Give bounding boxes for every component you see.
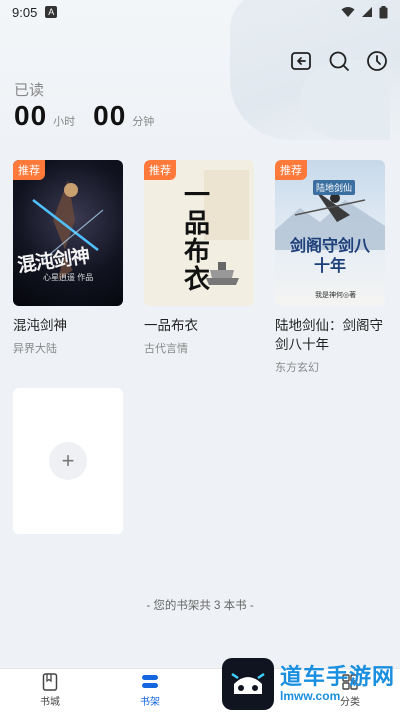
cover-title: 剑阁守剑八十年 [289, 236, 370, 275]
cover-top-title: 陆地剑仙 [313, 180, 356, 195]
watermark-logo-icon [222, 658, 274, 710]
watermark-en: lmww.com [280, 689, 341, 703]
cover-art [32, 180, 104, 280]
book-title: 混沌剑神 [13, 318, 67, 333]
minutes-unit: 分钟 [132, 116, 155, 128]
book-item[interactable]: 推荐 混沌剑神 心星逍遥 作品 混沌剑神 异界大陆 [13, 160, 123, 356]
add-book-card[interactable]: + [13, 388, 123, 534]
book-icon [41, 673, 59, 691]
signal-icon [362, 7, 372, 17]
book-genre: 古代言情 [144, 343, 188, 355]
hours-unit: 小时 [53, 116, 76, 128]
shelf-icon [141, 673, 159, 691]
search-icon [329, 51, 349, 71]
search-button[interactable] [326, 48, 352, 74]
watermark: 道车手游网 lmww.com [222, 656, 400, 712]
read-label: 已读 [14, 82, 45, 99]
wifi-icon [341, 7, 355, 17]
notification-a-icon: A [45, 6, 58, 18]
shelf-count-text: - 您的书架共 3 本书 - [146, 600, 254, 612]
read-hours: 00 [14, 100, 48, 131]
book-item[interactable]: 推荐 陆地剑仙 剑阁守剑八十年 我是神何◎著 陆地剑仙：剑阁守剑八十年 东方玄幻 [275, 160, 385, 375]
cover-title: 一品布衣 [184, 181, 211, 295]
import-button[interactable] [288, 48, 314, 74]
nav-item-bookstore[interactable]: 书城 [0, 669, 100, 712]
recommend-badge: 推荐 [144, 160, 176, 180]
recommend-badge: 推荐 [13, 160, 45, 180]
top-actions [288, 48, 390, 74]
read-time: 00 小时 00 分钟 [14, 100, 166, 132]
watermark-text: 道车手游网 lmww.com [280, 664, 396, 703]
book-genre: 异界大陆 [13, 343, 57, 355]
book-title: 一品布衣 [144, 318, 198, 333]
plus-icon: + [49, 442, 87, 480]
book-cover[interactable]: 推荐 混沌剑神 心星逍遥 作品 [13, 160, 123, 306]
watermark-cn: 道车手游网 [280, 664, 396, 689]
battery-icon [379, 5, 388, 18]
nav-item-bookshelf[interactable]: 书架 [100, 669, 200, 712]
book-cover[interactable]: 推荐 陆地剑仙 剑阁守剑八十年 我是神何◎著 [275, 160, 385, 306]
book-genre: 东方玄幻 [275, 362, 319, 374]
book-cover[interactable]: 推荐 一品布衣 [144, 160, 254, 306]
import-icon [291, 52, 311, 70]
cover-author: 心星逍遥 作品 [43, 273, 94, 282]
recommend-badge: 推荐 [275, 160, 307, 180]
nav-label: 书城 [40, 697, 60, 708]
clock-icon [367, 51, 387, 71]
status-icons [341, 5, 388, 19]
status-bar: 9:05 A [0, 0, 400, 24]
book-item[interactable]: 推荐 一品布衣 一品布衣 古代言情 [144, 160, 254, 356]
book-title: 陆地剑仙：剑阁守剑八十年 [275, 318, 383, 352]
read-minutes: 00 [93, 100, 127, 131]
history-button[interactable] [364, 48, 390, 74]
nav-label: 书架 [140, 697, 160, 708]
status-time: 9:05 [12, 4, 38, 20]
cover-author: 我是神何◎著 [315, 292, 357, 299]
